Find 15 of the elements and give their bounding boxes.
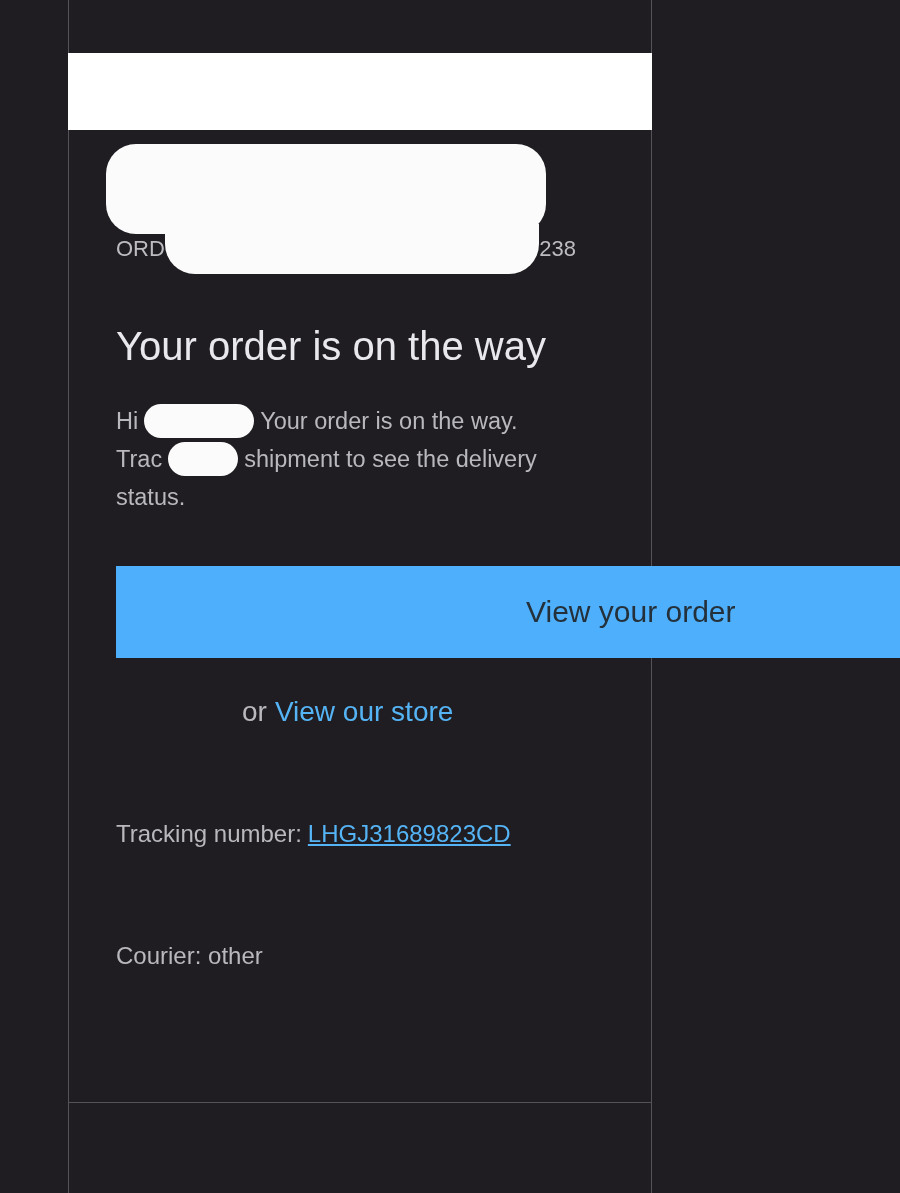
order-number: 238 xyxy=(539,236,576,262)
greeting-text: Hi xyxy=(116,407,139,436)
tracking-link[interactable]: LHGJ31689823CD xyxy=(307,820,511,848)
view-order-button[interactable]: View your order xyxy=(116,566,900,658)
tracking-label: Tracking number: xyxy=(116,820,302,848)
message-text: shipment to see the delivery xyxy=(244,445,537,474)
courier-text: Courier: other xyxy=(116,942,264,970)
or-text: or xyxy=(242,696,267,728)
order-number: ORD xyxy=(116,236,165,262)
heading: Your order is on the way xyxy=(116,324,547,368)
message-text: Your order is on the way. xyxy=(260,407,518,436)
store-link[interactable]: View our store xyxy=(274,696,454,728)
message-text: Trac xyxy=(116,445,163,474)
redaction-mark xyxy=(168,442,239,476)
message-text: status. xyxy=(116,483,186,512)
